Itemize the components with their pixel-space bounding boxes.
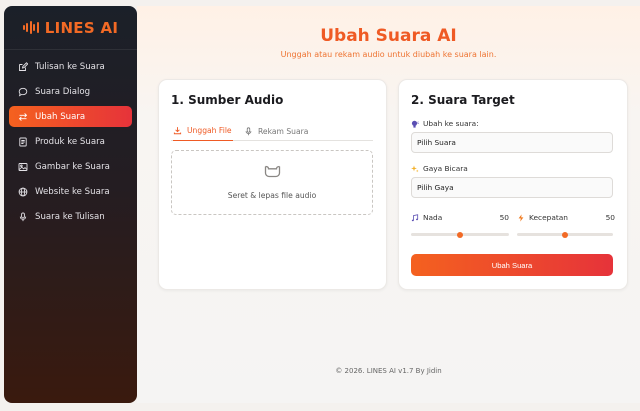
speaking-head-icon (411, 120, 419, 128)
page-title: Ubah Suara AI (320, 26, 457, 46)
pitch-slider[interactable] (411, 231, 509, 238)
document-icon (18, 137, 28, 147)
image-icon (18, 162, 28, 172)
tab-label: Unggah File (187, 126, 232, 135)
speed-value: 50 (605, 213, 615, 222)
source-tabs: Unggah File Rekam Suara (171, 121, 373, 141)
sidebar-item-label: Suara Dialog (35, 86, 91, 97)
sidebar-item-website-ke-suara[interactable]: Website ke Suara (9, 181, 132, 202)
sidebar-item-gambar-ke-suara[interactable]: Gambar ke Suara (9, 156, 132, 177)
sidebar-item-produk-ke-suara[interactable]: Produk ke Suara (9, 131, 132, 152)
card-title: 1. Sumber Audio (171, 93, 284, 107)
speed-slider[interactable] (517, 231, 613, 238)
sidebar-item-tulisan-ke-suara[interactable]: Tulisan ke Suara (9, 56, 132, 77)
sidebar-item-suara-dialog[interactable]: Suara Dialog (9, 81, 132, 102)
upload-tray-icon (264, 165, 281, 178)
speed-label: Kecepatan (517, 213, 568, 222)
brand-name: LINES AI (44, 18, 119, 37)
sidebar-item-label: Tulisan ke Suara (35, 61, 105, 72)
chat-bubble-icon (18, 87, 28, 97)
convert-voice-button[interactable]: Ubah Suara (411, 254, 613, 276)
sidebar-item-label: Website ke Suara (35, 186, 110, 197)
card-title: 2. Suara Target (411, 93, 515, 107)
speed-slider-thumb[interactable] (562, 231, 568, 238)
sidebar-item-label: Ubah Suara (35, 111, 86, 122)
pitch-label: Nada (411, 213, 442, 222)
music-note-icon (411, 213, 419, 222)
audio-source-card: 1. Sumber Audio Unggah File Rekam Suara … (158, 79, 387, 290)
globe-icon (18, 187, 28, 197)
page-subtitle: Unggah atau rekam audio untuk diubah ke … (280, 50, 497, 59)
pitch-value: 50 (499, 213, 509, 222)
brand[interactable]: LINES AI (4, 6, 137, 50)
swap-icon (18, 112, 28, 122)
sidebar: LINES AI Tulisan ke Suara Suara Dialog U… (4, 6, 137, 403)
sidebar-item-label: Suara ke Tulisan (35, 211, 105, 222)
lightning-icon (517, 213, 525, 222)
tab-record-voice[interactable]: Rekam Suara (244, 121, 308, 141)
audio-dropzone[interactable]: Seret & lepas file audio (171, 150, 373, 215)
sparkles-icon (411, 165, 419, 173)
footer-copyright: © 2026. LINES AI v1.7 By Jidin (335, 367, 442, 375)
sidebar-item-suara-ke-tulisan[interactable]: Suara ke Tulisan (9, 206, 132, 227)
voice-select-value: Pilih Suara (417, 138, 456, 147)
pitch-slider-thumb[interactable] (457, 231, 463, 238)
voice-select[interactable]: Pilih Suara (411, 132, 613, 153)
main-content: Ubah Suara AI Unggah atau rekam audio un… (137, 6, 640, 403)
tab-label: Rekam Suara (258, 126, 309, 136)
edit-icon (18, 61, 28, 72)
tab-upload-file[interactable]: Unggah File (173, 121, 233, 141)
sidebar-item-ubah-suara[interactable]: Ubah Suara (9, 106, 132, 127)
sidebar-nav: Tulisan ke Suara Suara Dialog Ubah Suara… (4, 56, 137, 227)
download-icon (173, 127, 182, 135)
sound-wave-icon (22, 21, 39, 35)
microphone-icon (18, 211, 28, 222)
style-select-value: Pilih Gaya (417, 183, 454, 192)
voice-field-label: Ubah ke suara: (411, 119, 479, 128)
style-select[interactable]: Pilih Gaya (411, 177, 613, 198)
dropzone-text: Seret & lepas file audio (227, 191, 317, 200)
microphone-icon (245, 126, 252, 135)
target-voice-card: 2. Suara Target Ubah ke suara: Pilih Sua… (398, 79, 628, 290)
sidebar-item-label: Gambar ke Suara (35, 161, 110, 172)
sidebar-item-label: Produk ke Suara (35, 136, 105, 147)
style-field-label: Gaya Bicara (411, 164, 468, 173)
